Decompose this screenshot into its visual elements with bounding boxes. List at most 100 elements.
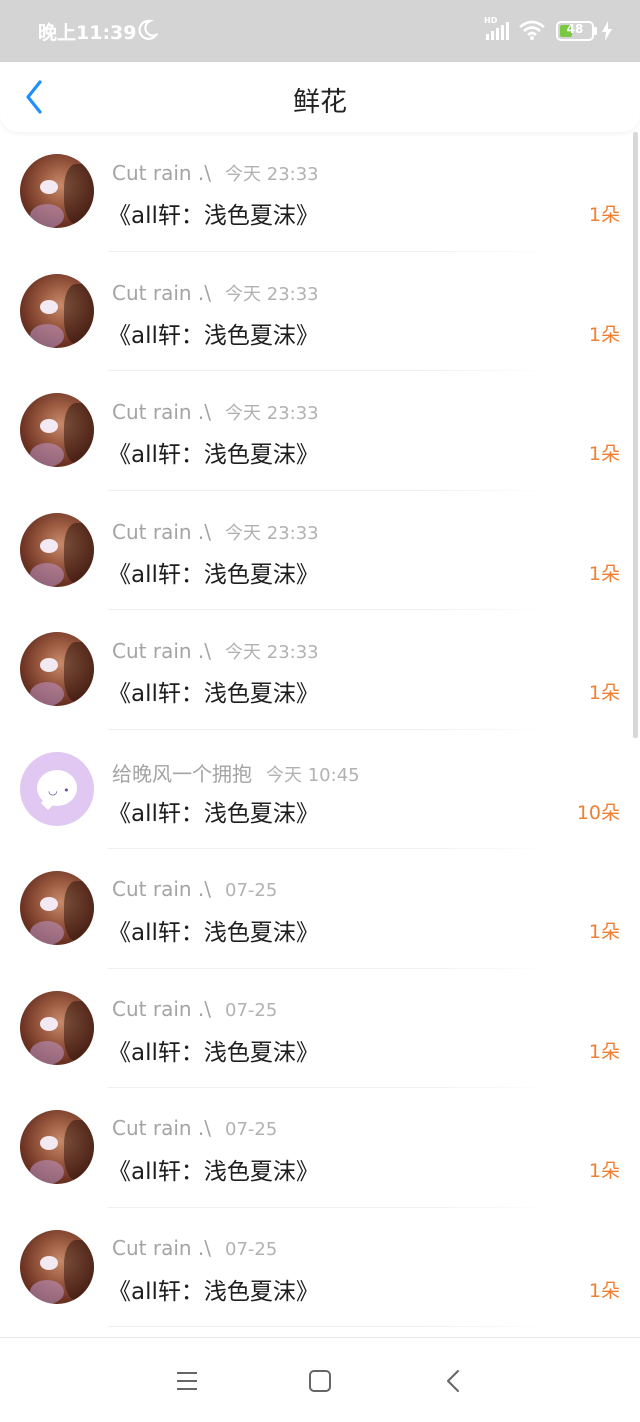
avatar-highlight [40,1016,58,1031]
list-item[interactable]: Cut rain .\ 07-25 《all轩：浅色夏沫》 1朵 [0,1208,640,1327]
list-item[interactable]: Cut rain .\ 07-25 《all轩：浅色夏沫》 1朵 [0,969,640,1088]
nav-bar: 鲜花 [0,62,640,132]
moon-icon [138,19,158,40]
signal-icon [486,22,509,40]
avatar-highlight [40,1136,58,1150]
username-text: Cut rain .\ [112,1116,212,1140]
timestamp: 今天 23:33 [225,403,319,424]
flower-count: 1朵 [588,204,620,226]
book-title: 《all轩：浅色夏沫》 [108,681,319,707]
list-item[interactable]: Cut rain .\ 07-25 《all轩：浅色夏沫》 1朵 [0,849,640,969]
battery-icon: 48 [556,21,594,41]
flower-count: 1朵 [588,1279,620,1302]
avatar-detail [30,562,64,587]
list-item[interactable]: Cut rain .\ 今天 23:33 《all轩：浅色夏沫》 1朵 [0,371,640,491]
timestamp: 07-25 [225,880,278,901]
list-item[interactable]: ◡ • 给晚风一个拥抱 今天 10:45 《all轩：浅色夏沫》 10朵 [0,730,640,849]
flower-count: 1朵 [588,323,620,346]
username: Cut rain .\ 今天 23:33 [112,160,319,186]
avatar-shade [64,283,94,344]
timestamp: 今天 23:33 [225,283,319,305]
avatar[interactable]: ◡ • [20,751,94,826]
avatar-highlight [40,419,58,433]
wifi-icon [519,20,545,40]
flower-count: 1朵 [588,921,620,943]
username: Cut rain .\ 07-25 [112,1236,277,1260]
username-text: Cut rain .\ [112,519,212,544]
timestamp: 07-25 [225,1238,278,1260]
battery-label: 48 [566,22,584,36]
avatar[interactable] [20,512,94,587]
avatar[interactable] [20,1110,94,1184]
flower-count: 10朵 [576,801,620,824]
list-item[interactable]: Cut rain .\ 今天 23:33 《all轩：浅色夏沫》 1朵 [0,610,640,730]
battery-cap [594,27,597,35]
scrollbar[interactable] [633,132,638,738]
timestamp: 今天 23:33 [225,522,319,544]
avatar-detail [30,1279,64,1304]
status-time: 晚上11:39 [38,22,137,44]
avatar[interactable] [20,1229,94,1304]
list-item[interactable]: Cut rain .\ 今天 23:33 《all轩：浅色夏沫》 1朵 [0,491,640,610]
book-title: 《all轩：浅色夏沫》 [108,1039,319,1066]
avatar-detail [30,1160,64,1184]
book-title: 《all轩：浅色夏沫》 [108,561,319,588]
avatar-highlight [40,897,58,911]
username-text: Cut rain .\ [112,639,212,663]
username-text: Cut rain .\ [112,877,212,901]
avatar-highlight [40,538,58,553]
avatar[interactable] [20,273,94,348]
system-nav-bar [0,1337,640,1422]
username-text: 给晚风一个拥抱 [112,761,252,786]
row-divider [108,1326,550,1327]
flower-list: Cut rain .\ 今天 23:33 《all轩：浅色夏沫》 1朵 Cut rain… [0,132,640,1337]
avatar-shade [64,164,94,224]
avatar[interactable] [20,154,94,228]
charging-bolt-icon [602,21,612,41]
username: Cut rain .\ 今天 23:33 [112,638,319,664]
avatar[interactable] [20,632,94,706]
avatar[interactable] [20,871,94,945]
username: Cut rain .\ 今天 23:33 [112,280,319,306]
username: Cut rain .\ 今天 23:33 [112,519,319,545]
list-item[interactable]: Cut rain .\ 今天 23:33 《all轩：浅色夏沫》 1朵 [0,252,640,371]
flower-count: 1朵 [588,1040,620,1063]
avatar-detail [30,323,64,348]
book-title: 《all轩：浅色夏沫》 [108,1159,319,1185]
avatar-shade [64,1239,94,1300]
avatar-detail [30,682,64,706]
timestamp: 今天 23:33 [225,164,319,185]
timestamp: 今天 23:33 [225,642,319,663]
avatar-detail [30,204,64,228]
timestamp: 07-25 [225,1119,278,1140]
avatar-shade [64,1120,94,1180]
avatar-highlight [40,658,58,672]
username: Cut rain .\ 07-25 [112,877,277,901]
avatar-shade [64,1000,94,1061]
avatar-shade [64,881,94,941]
avatar[interactable] [20,990,94,1065]
list-item[interactable]: Cut rain .\ 07-25 《all轩：浅色夏沫》 1朵 [0,1088,640,1208]
avatar-highlight [40,180,58,194]
username: Cut rain .\ 07-25 [112,997,277,1021]
home-square-icon[interactable] [307,1368,333,1394]
book-title: 《all轩：浅色夏沫》 [108,800,319,827]
avatar[interactable] [20,393,94,467]
bubble-face-icon: ◡ • [48,783,71,797]
flower-count: 1朵 [588,443,620,465]
avatar-detail [30,921,64,945]
avatar-shade [64,522,94,583]
flower-count: 1朵 [588,1160,620,1182]
username-text: Cut rain .\ [112,280,212,305]
username-text: Cut rain .\ [112,1235,212,1260]
username-text: Cut rain .\ [112,161,212,185]
avatar-shade [64,642,94,702]
username-text: Cut rain .\ [112,996,212,1021]
avatar-detail [30,1040,64,1065]
menu-icon[interactable] [174,1368,200,1394]
avatar-shade [64,403,94,463]
list-item[interactable]: Cut rain .\ 今天 23:33 《all轩：浅色夏沫》 1朵 [0,132,640,252]
book-title: 《all轩：浅色夏沫》 [108,920,319,946]
back-triangle-icon[interactable] [441,1368,467,1394]
status-bar: 晚上11:39 HD 48 [0,0,640,62]
